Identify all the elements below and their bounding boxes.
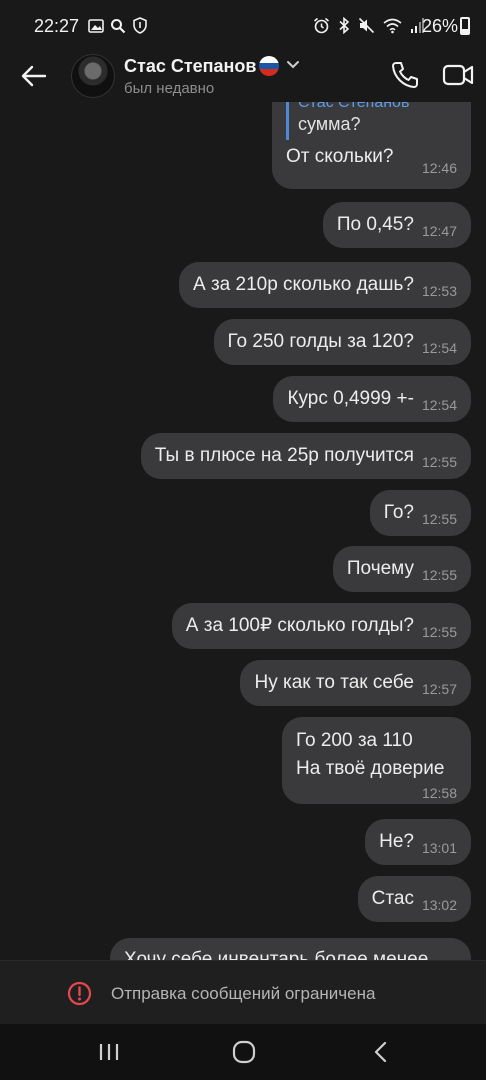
- video-camera-icon[interactable]: [442, 60, 474, 90]
- arrow-left-icon[interactable]: [18, 60, 50, 92]
- messaging-restricted-bar: Отправка сообщений ограничена: [0, 960, 486, 1024]
- message-bubble[interactable]: Го 250 голды за 120? 12:54: [213, 319, 471, 365]
- message-time: 12:46: [421, 160, 457, 176]
- message-list[interactable]: Стас Степанов сумма? От скольки? 12:46 П…: [0, 102, 486, 960]
- reply-text: сумма?: [298, 114, 361, 134]
- warning-circle-icon: [67, 981, 92, 1006]
- back-icon[interactable]: [370, 1040, 392, 1064]
- message-time: 12:54: [421, 340, 457, 356]
- message-text: Стас: [371, 888, 414, 909]
- message-text: Го 250 голды за 120?: [227, 331, 414, 352]
- message-time: 12:47: [421, 223, 457, 239]
- message-bubble[interactable]: Стас 13:02: [357, 876, 471, 922]
- phone-icon[interactable]: [390, 60, 420, 90]
- reply-quote-bar: [286, 102, 289, 140]
- message-time: 13:01: [421, 840, 457, 856]
- message-time: 12:53: [421, 283, 457, 299]
- message-bubble[interactable]: Ты в плюсе на 25р получится 12:55: [140, 433, 471, 479]
- recents-icon[interactable]: [98, 1042, 120, 1062]
- message-bubble[interactable]: По 0,45? 12:47: [322, 202, 471, 248]
- message-time: 12:55: [421, 511, 457, 527]
- message-text: Хочу себе инвентарь более менее: [124, 949, 429, 960]
- contact-status: был недавно: [124, 80, 215, 97]
- system-navigation-bar: [0, 1024, 486, 1080]
- message-bubble[interactable]: Го? 12:55: [369, 490, 471, 536]
- chevron-down-icon[interactable]: [284, 56, 302, 74]
- message-bubble[interactable]: Ну как то так себе 12:57: [240, 660, 471, 706]
- status-time: 22:27: [34, 16, 80, 36]
- message-bubble[interactable]: Курс 0,4999 +- 12:54: [273, 376, 471, 422]
- message-bubble-reply[interactable]: Стас Степанов сумма? От скольки? 12:46: [272, 102, 471, 189]
- message-bubble[interactable]: А за 100₽ сколько голды? 12:55: [171, 603, 471, 649]
- message-bubble[interactable]: Почему 12:55: [332, 546, 471, 592]
- message-time: 13:02: [421, 897, 457, 913]
- message-time: 12:55: [421, 567, 457, 583]
- message-text: Почему: [346, 558, 414, 579]
- image-icon: [88, 18, 104, 33]
- message-text: Курс 0,4999 +-: [287, 388, 414, 409]
- message-text: А за 210р сколько дашь?: [193, 274, 414, 295]
- russia-flag-icon: [259, 56, 279, 76]
- message-time: 12:58: [421, 785, 457, 801]
- message-text: Ты в плюсе на 25р получится: [154, 445, 414, 466]
- message-bubble[interactable]: Не? 13:01: [365, 819, 471, 865]
- message-time: 12:55: [421, 624, 457, 640]
- message-text: А за 100₽ сколько голды?: [185, 615, 414, 636]
- home-icon[interactable]: [232, 1040, 256, 1064]
- wifi-icon: [383, 18, 402, 34]
- restriction-text: Отправка сообщений ограничена: [111, 984, 376, 1003]
- battery-icon: [460, 17, 470, 35]
- message-time: 12:57: [421, 681, 457, 697]
- status-bar: 22:27 26%: [0, 0, 486, 52]
- reply-author: Стас Степанов: [298, 102, 410, 111]
- message-text: Го?: [383, 502, 414, 523]
- mute-icon: [358, 17, 375, 34]
- contact-name[interactable]: Стас Степанов: [124, 56, 256, 77]
- chat-header: Стас Степанов был недавно: [0, 52, 486, 102]
- message-time: 12:54: [421, 397, 457, 413]
- alarm-icon: [313, 17, 330, 34]
- message-text-line1: Го 200 за 110: [296, 730, 413, 751]
- bluetooth-icon: [339, 17, 350, 34]
- shield-icon: [133, 17, 147, 34]
- avatar[interactable]: [71, 54, 115, 98]
- message-bubble-multiline[interactable]: Го 200 за 110 На твоё доверие 12:58: [282, 717, 471, 804]
- battery-percentage: 26%: [421, 16, 458, 36]
- message-time: 12:55: [421, 454, 457, 470]
- message-text: От скольки?: [286, 146, 394, 167]
- search-icon: [111, 18, 126, 33]
- message-bubble-partial[interactable]: Хочу себе инвентарь более менее: [110, 938, 471, 960]
- message-bubble[interactable]: А за 210р сколько дашь? 12:53: [179, 262, 471, 308]
- message-text: Не?: [379, 831, 414, 852]
- message-text: Ну как то так себе: [254, 672, 414, 693]
- message-text: По 0,45?: [336, 214, 414, 235]
